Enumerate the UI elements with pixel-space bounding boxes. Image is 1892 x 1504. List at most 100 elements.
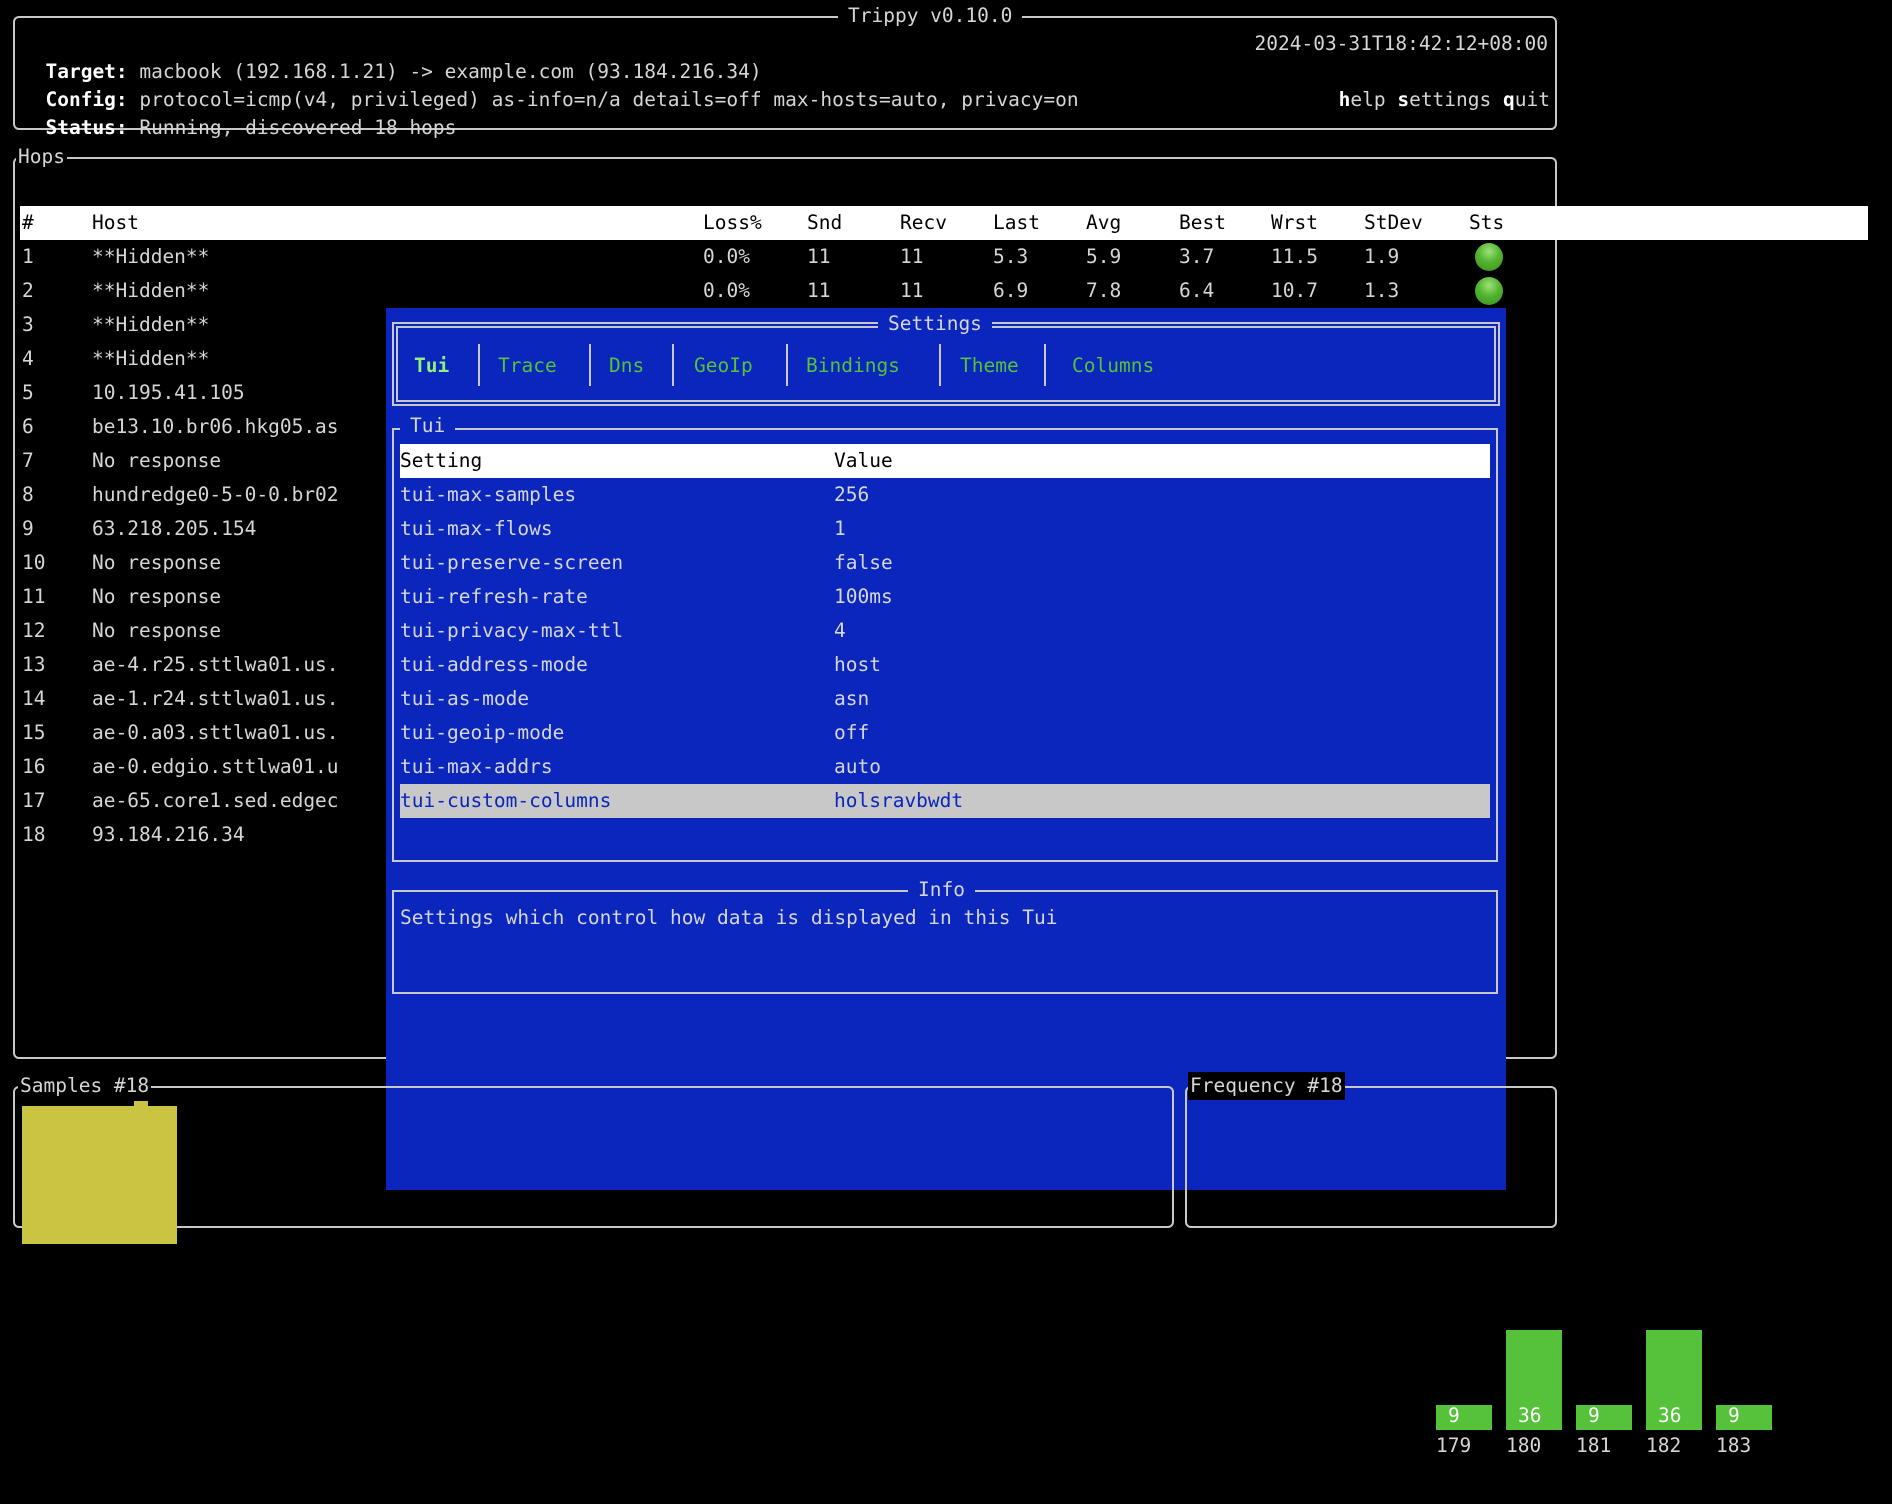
tab-separator <box>478 344 480 386</box>
setting-name: tui-geoip-mode <box>400 721 565 744</box>
setting-row[interactable]: tui-as-mode asn <box>400 682 1490 716</box>
tab-separator <box>786 344 788 386</box>
setting-value: false <box>834 551 893 574</box>
hop-number: 1 <box>22 245 34 268</box>
setting-row[interactable]: tui-privacy-max-ttl 4 <box>400 614 1490 648</box>
hop-stdev: 1.9 <box>1364 245 1400 268</box>
shortcuts: help settings quit <box>1315 58 1550 114</box>
hops-title: Hops <box>16 143 67 171</box>
setting-value: auto <box>834 755 881 778</box>
col-setting: Setting <box>400 449 483 472</box>
setting-name: tui-max-addrs <box>400 755 553 778</box>
hop-last: 5.3 <box>993 245 1029 268</box>
setting-row[interactable]: tui-max-samples 256 <box>400 478 1490 512</box>
col-sts: Sts <box>1469 211 1505 234</box>
setting-row[interactable]: tui-address-mode host <box>400 648 1490 682</box>
timestamp: 2024-03-31T18:42:12+08:00 <box>1254 32 1549 55</box>
frequency-x-label: 183 <box>1716 1434 1752 1457</box>
hop-loss: 0.0% <box>703 279 750 302</box>
hop-host: 93.184.216.34 <box>92 823 245 846</box>
app-title: Trippy v0.10.0 <box>838 2 1023 30</box>
frequency-bar-value: 36 <box>1518 1404 1542 1427</box>
samples-sparkline-bar <box>22 1106 177 1244</box>
setting-value: 100ms <box>834 585 893 608</box>
samples-panel <box>13 1086 1174 1228</box>
setting-name: tui-custom-columns <box>400 789 612 812</box>
tab-separator <box>939 344 941 386</box>
hops-table-header: # Host Loss% Snd Recv Last Avg Best Wrst… <box>20 206 1868 240</box>
settings-shortcut[interactable]: settings <box>1397 88 1491 111</box>
hop-number: 5 <box>22 381 34 404</box>
setting-row[interactable]: tui-custom-columns holsravbwdt <box>400 784 1490 818</box>
frequency-x-label: 180 <box>1506 1434 1542 1457</box>
hop-best: 6.4 <box>1179 279 1215 302</box>
tab-separator <box>672 344 674 386</box>
settings-title: Settings <box>878 310 992 338</box>
setting-name: tui-preserve-screen <box>400 551 624 574</box>
status-green-icon <box>1475 277 1503 305</box>
tab-bindings[interactable]: Bindings <box>806 352 900 380</box>
hop-host: **Hidden** <box>92 347 210 370</box>
setting-name: tui-max-flows <box>400 517 553 540</box>
hop-number: 13 <box>22 653 46 676</box>
hop-number: 10 <box>22 551 46 574</box>
setting-name: tui-refresh-rate <box>400 585 588 608</box>
hop-number: 2 <box>22 279 34 302</box>
setting-value: off <box>834 721 870 744</box>
col-wrst: Wrst <box>1271 211 1318 234</box>
tab-geoip[interactable]: GeoIp <box>694 352 753 380</box>
hop-recv: 11 <box>900 279 924 302</box>
frequency-title: Frequency #18 <box>1188 1072 1345 1100</box>
settings-dialog: Settings Tui Trace Dns GeoIp Bindings Th… <box>386 308 1506 1190</box>
setting-value: 4 <box>834 619 846 642</box>
hop-number: 15 <box>22 721 46 744</box>
setting-row[interactable]: tui-refresh-rate 100ms <box>400 580 1490 614</box>
setting-name: tui-as-mode <box>400 687 530 710</box>
frequency-bar-value: 9 <box>1448 1404 1460 1427</box>
status-label: Status: <box>45 116 128 139</box>
section-title: Tui <box>400 412 456 440</box>
tab-tui[interactable]: Tui <box>414 352 449 380</box>
col-host: Host <box>92 211 139 234</box>
hop-host: ae-4.r25.sttlwa01.us. <box>92 653 339 676</box>
tab-theme[interactable]: Theme <box>960 352 1019 380</box>
quit-shortcut[interactable]: quit <box>1503 88 1550 111</box>
hop-number: 9 <box>22 517 34 540</box>
setting-row[interactable]: tui-max-flows 1 <box>400 512 1490 546</box>
frequency-x-label: 182 <box>1646 1434 1682 1457</box>
help-shortcut[interactable]: help <box>1339 88 1386 111</box>
col-value: Value <box>834 449 893 472</box>
status-line: Status: Running, discovered 18 hops <box>22 86 456 142</box>
status-value: Running, discovered 18 hops <box>139 116 457 139</box>
col-avg: Avg <box>1086 211 1122 234</box>
hop-number: 4 <box>22 347 34 370</box>
hop-stdev: 1.3 <box>1364 279 1400 302</box>
setting-row[interactable]: tui-max-addrs auto <box>400 750 1490 784</box>
setting-row[interactable]: tui-geoip-mode off <box>400 716 1490 750</box>
hop-number: 16 <box>22 755 46 778</box>
setting-name: tui-max-samples <box>400 483 577 506</box>
setting-name: tui-privacy-max-ttl <box>400 619 624 642</box>
hop-avg: 5.9 <box>1086 245 1122 268</box>
hop-best: 3.7 <box>1179 245 1215 268</box>
frequency-x-label: 181 <box>1576 1434 1612 1457</box>
col-stdev: StDev <box>1364 211 1423 234</box>
hop-snd: 11 <box>807 279 831 302</box>
tab-trace[interactable]: Trace <box>498 352 557 380</box>
hop-host: 63.218.205.154 <box>92 517 257 540</box>
info-text: Settings which control how data is displ… <box>400 906 1058 929</box>
hop-host: ae-0.a03.sttlwa01.us. <box>92 721 339 744</box>
frequency-bar <box>1436 1405 1492 1430</box>
frequency-x-label: 179 <box>1436 1434 1472 1457</box>
hop-host: No response <box>92 449 222 472</box>
hop-host: No response <box>92 551 222 574</box>
tab-columns[interactable]: Columns <box>1072 352 1154 380</box>
status-green-icon <box>1475 243 1503 271</box>
setting-value: 1 <box>834 517 846 540</box>
frequency-panel <box>1185 1086 1557 1228</box>
setting-value: host <box>834 653 881 676</box>
frequency-bar-value: 9 <box>1588 1404 1600 1427</box>
tab-dns[interactable]: Dns <box>609 352 644 380</box>
setting-row[interactable]: tui-preserve-screen false <box>400 546 1490 580</box>
hop-number: 3 <box>22 313 34 336</box>
